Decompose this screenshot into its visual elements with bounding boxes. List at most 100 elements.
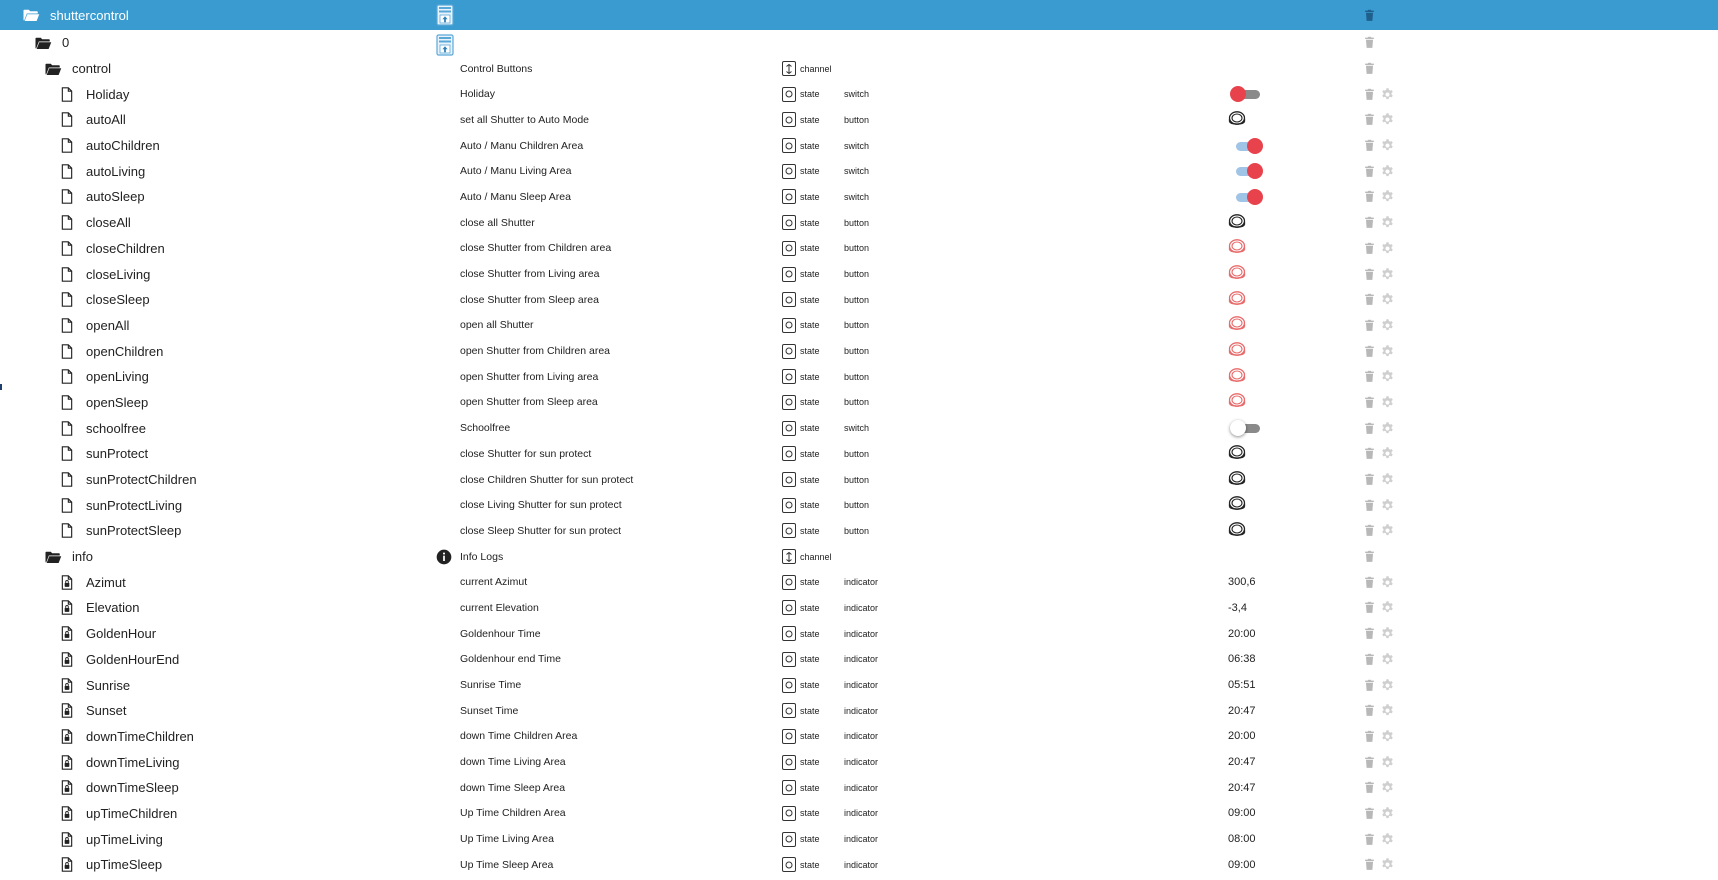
tree-row[interactable]: openLiving open Shutter from Living area s… — [0, 364, 1718, 390]
trash-icon[interactable] — [1363, 698, 1376, 724]
toggle-switch-off[interactable] — [1228, 419, 1264, 437]
trash-icon[interactable] — [1363, 467, 1376, 493]
resize-handle[interactable] — [0, 384, 2, 390]
trash-icon[interactable] — [1363, 313, 1376, 339]
object-value[interactable] — [1227, 441, 1247, 467]
trash-icon[interactable] — [1363, 492, 1376, 518]
object-name-cell[interactable]: autoAll — [56, 107, 126, 133]
object-name-cell[interactable]: sunProtectSleep — [56, 518, 181, 544]
object-name-cell[interactable]: closeLiving — [56, 261, 150, 287]
object-value[interactable] — [1227, 107, 1247, 133]
gear-icon[interactable] — [1380, 210, 1395, 236]
object-name-cell[interactable]: downTimeSleep — [56, 775, 179, 801]
object-name-cell[interactable]: closeChildren — [56, 236, 165, 262]
object-value[interactable] — [1228, 415, 1264, 441]
gear-icon[interactable] — [1380, 133, 1395, 159]
trash-icon[interactable] — [1363, 775, 1376, 801]
gear-icon[interactable] — [1380, 852, 1395, 878]
trash-icon[interactable] — [1363, 30, 1376, 56]
trash-icon[interactable] — [1363, 415, 1376, 441]
object-value[interactable] — [1227, 518, 1247, 544]
push-button[interactable] — [1227, 213, 1247, 233]
tree-row[interactable]: GoldenHour Goldenhour Time state indicator 2… — [0, 621, 1718, 647]
trash-icon[interactable] — [1363, 56, 1376, 82]
object-value[interactable] — [1228, 81, 1264, 107]
gear-icon[interactable] — [1380, 261, 1395, 287]
object-name-cell[interactable]: openLiving — [56, 364, 149, 390]
object-name-cell[interactable]: schoolfree — [56, 415, 146, 441]
tree-row[interactable]: upTimeChildren Up Time Children Area state… — [0, 801, 1718, 827]
gear-icon[interactable] — [1380, 81, 1395, 107]
trash-icon[interactable] — [1363, 158, 1376, 184]
tree-row[interactable]: schoolfree Schoolfree state switch — [0, 415, 1718, 441]
tree-row[interactable]: control Control Buttons channel — [0, 56, 1718, 82]
upload-icon[interactable] — [436, 34, 454, 56]
tree-row[interactable]: sunProtectChildren close Children Shutter… — [0, 467, 1718, 493]
trash-icon[interactable] — [1363, 801, 1376, 827]
gear-icon[interactable] — [1380, 801, 1395, 827]
gear-icon[interactable] — [1380, 826, 1395, 852]
tree-row[interactable]: GoldenHourEnd Goldenhour end Time state ind… — [0, 647, 1718, 673]
push-button[interactable] — [1227, 238, 1247, 258]
tree-row[interactable]: downTimeChildren down Time Children Area s… — [0, 724, 1718, 750]
object-name-cell[interactable]: upTimeLiving — [56, 826, 163, 852]
trash-icon[interactable] — [1363, 390, 1376, 416]
gear-icon[interactable] — [1380, 672, 1395, 698]
gear-icon[interactable] — [1380, 415, 1395, 441]
push-button[interactable] — [1227, 470, 1247, 490]
object-name-cell[interactable]: Holiday — [56, 81, 129, 107]
trash-icon[interactable] — [1363, 81, 1376, 107]
tree-row[interactable]: closeSleep close Shutter from Sleep area s… — [0, 287, 1718, 313]
gear-icon[interactable] — [1380, 749, 1395, 775]
object-name-cell[interactable]: 0 — [32, 30, 69, 56]
object-value[interactable] — [1227, 287, 1247, 313]
tree-row[interactable]: sunProtectSleep close Sleep Shutter for s… — [0, 518, 1718, 544]
trash-icon[interactable] — [1363, 184, 1376, 210]
push-button[interactable] — [1227, 444, 1247, 464]
object-name-cell[interactable]: openChildren — [56, 338, 163, 364]
toggle-switch-off[interactable] — [1228, 85, 1264, 103]
object-name-cell[interactable]: GoldenHourEnd — [56, 647, 179, 673]
tree-row[interactable]: autoSleep Auto / Manu Sleep Area state swit… — [0, 184, 1718, 210]
gear-icon[interactable] — [1380, 492, 1395, 518]
tree-row[interactable]: closeAll close all Shutter state button — [0, 210, 1718, 236]
object-name-cell[interactable]: sunProtectChildren — [56, 467, 197, 493]
trash-icon[interactable] — [1363, 236, 1376, 262]
object-value[interactable] — [1228, 133, 1264, 159]
object-name-cell[interactable]: Sunrise — [56, 672, 130, 698]
trash-icon[interactable] — [1363, 107, 1376, 133]
object-name-cell[interactable]: autoSleep — [56, 184, 145, 210]
push-button[interactable] — [1227, 290, 1247, 310]
object-value[interactable] — [1227, 313, 1247, 339]
object-value[interactable] — [1227, 210, 1247, 236]
trash-icon[interactable] — [1363, 133, 1376, 159]
trash-icon[interactable] — [1363, 672, 1376, 698]
gear-icon[interactable] — [1380, 236, 1395, 262]
gear-icon[interactable] — [1380, 338, 1395, 364]
toggle-switch-on[interactable] — [1228, 137, 1264, 155]
push-button[interactable] — [1227, 315, 1247, 335]
trash-icon[interactable] — [1363, 287, 1376, 313]
gear-icon[interactable] — [1380, 621, 1395, 647]
object-name-cell[interactable]: downTimeChildren — [56, 724, 194, 750]
object-name-cell[interactable]: GoldenHour — [56, 621, 156, 647]
object-name-cell[interactable]: Elevation — [56, 595, 139, 621]
gear-icon[interactable] — [1380, 158, 1395, 184]
tree-row[interactable]: sunProtectLiving close Living Shutter for… — [0, 492, 1718, 518]
trash-icon[interactable] — [1363, 749, 1376, 775]
object-name-cell[interactable]: autoChildren — [56, 133, 160, 159]
tree-row[interactable]: closeLiving close Shutter from Living are… — [0, 261, 1718, 287]
tree-row[interactable]: Holiday Holiday state switch — [0, 81, 1718, 107]
object-value[interactable] — [1227, 236, 1247, 262]
object-name-cell[interactable]: control — [42, 56, 111, 82]
object-value[interactable] — [1227, 338, 1247, 364]
object-value[interactable] — [1227, 390, 1247, 416]
gear-icon[interactable] — [1380, 724, 1395, 750]
trash-icon[interactable] — [1363, 210, 1376, 236]
push-button[interactable] — [1227, 495, 1247, 515]
tree-row[interactable]: openAll open all Shutter state button — [0, 313, 1718, 339]
gear-icon[interactable] — [1380, 107, 1395, 133]
trash-icon[interactable] — [1363, 0, 1376, 30]
gear-icon[interactable] — [1380, 518, 1395, 544]
push-button[interactable] — [1227, 367, 1247, 387]
